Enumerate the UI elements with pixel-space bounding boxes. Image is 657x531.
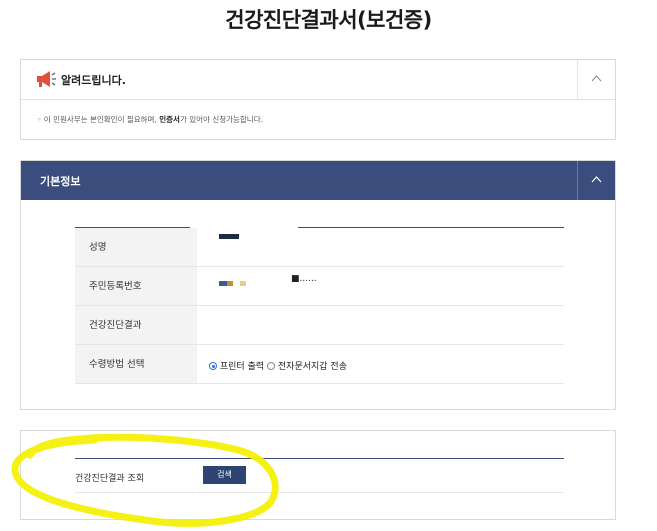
notice-panel: 알려드립니다. ◦ 이 민원사무는 본인확인이 필요하며, 인증서가 있어야 신… xyxy=(20,59,616,140)
table-row-resident-number: 주민등록번호 ■...... xyxy=(75,267,564,306)
redacted-name xyxy=(219,234,239,239)
radio-e-wallet-label[interactable]: 전자문서지갑 전송 xyxy=(278,362,347,372)
notice-text-suffix: 가 있어야 신청가능합니다. xyxy=(179,115,263,124)
radio-e-wallet[interactable] xyxy=(267,362,276,370)
receive-method-value: 프린터 출력 전자문서지갑 전송 xyxy=(197,345,564,383)
row-label-result: 건강진단결과 xyxy=(75,306,197,344)
page-title: 건강진단결과서(보건증) xyxy=(225,8,432,32)
chevron-up-icon xyxy=(591,176,602,183)
basic-info-panel: 기본정보 성명 주민등록번호 ■...... 건강진단결과 수령방법 선택 프린… xyxy=(20,160,616,410)
table-row-result: 건강진단결과 xyxy=(75,306,564,345)
table-row-receive-method: 수령방법 선택 프린터 출력 전자문서지갑 전송 xyxy=(75,345,564,384)
redacted-block xyxy=(219,281,227,286)
redacted-block xyxy=(227,281,233,286)
receive-method-radio-group: 프린터 출력 전자문서지갑 전송 xyxy=(209,359,347,372)
notice-text-prefix: ◦ 이 민원사무는 본인확인이 필요하며, xyxy=(37,115,160,124)
search-button[interactable]: 검색 xyxy=(203,466,246,484)
basic-info-collapse-button[interactable] xyxy=(577,161,615,200)
notice-collapse-button[interactable] xyxy=(577,60,615,100)
resident-number-mask: ■...... xyxy=(291,274,317,284)
search-label: 건강진단결과 조회 xyxy=(75,474,145,484)
table-row-name: 성명 xyxy=(75,228,564,267)
row-label-receive-method: 수령방법 선택 xyxy=(75,345,197,383)
search-panel: 건강진단결과 조회 검색 xyxy=(20,430,616,520)
notice-text: ◦ 이 민원사무는 본인확인이 필요하며, 인증서가 있어야 신청가능합니다. xyxy=(37,114,263,125)
result-value xyxy=(197,306,564,344)
radio-printer[interactable] xyxy=(209,362,217,370)
row-label-name: 성명 xyxy=(75,228,197,266)
notice-header: 알려드립니다. xyxy=(21,60,615,100)
search-row: 건강진단결과 조회 검색 xyxy=(75,459,564,493)
notice-text-bold: 인증서 xyxy=(159,115,180,124)
megaphone-icon xyxy=(37,71,56,87)
basic-info-header: 기본정보 xyxy=(21,161,615,200)
radio-printer-label[interactable]: 프린터 출력 xyxy=(220,362,264,372)
chevron-up-icon xyxy=(591,75,602,82)
redacted-block xyxy=(240,281,246,286)
basic-info-title: 기본정보 xyxy=(40,175,81,188)
notice-title: 알려드립니다. xyxy=(61,74,126,87)
resident-number-value: ■...... xyxy=(197,267,564,305)
row-label-resident-number: 주민등록번호 xyxy=(75,267,197,305)
name-value xyxy=(197,228,564,266)
